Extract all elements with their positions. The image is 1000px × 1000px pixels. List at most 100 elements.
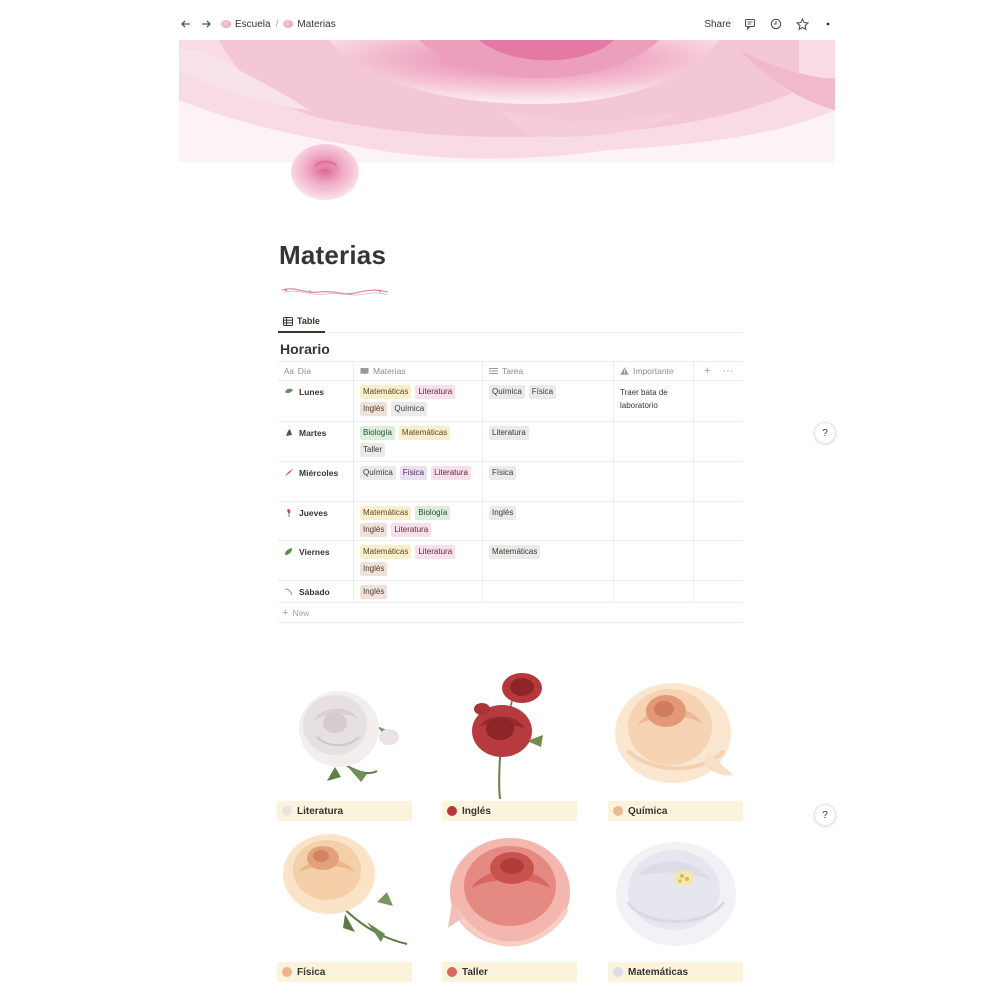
feather-icon (285, 469, 293, 476)
cell-tarea[interactable]: Literatura (483, 422, 614, 461)
breadcrumb: Escuela / Materias (221, 19, 336, 30)
gallery-card-taller[interactable]: Taller (442, 832, 577, 992)
gallery-card-fisica[interactable]: Física (277, 832, 412, 992)
cell-importante[interactable]: Traer bata de laboratorio (614, 381, 694, 421)
tag-materia: Inglés (360, 402, 388, 416)
tag-materia: Matemáticas (360, 385, 412, 399)
stem-icon (284, 588, 293, 596)
table-row[interactable]: Viernes Matemáticas Literatura Inglés Ma… (278, 541, 743, 581)
database-title[interactable]: Horario (280, 341, 330, 357)
tag-materia: Matemáticas (398, 426, 451, 440)
cell-importante[interactable] (614, 502, 694, 540)
clock-icon[interactable] (769, 17, 783, 31)
column-header-tarea[interactable]: Tarea (483, 362, 614, 380)
breadcrumb-item-materias[interactable]: Materias (283, 19, 336, 30)
cell-tarea[interactable]: Matemáticas (483, 541, 614, 580)
leaves-icon (285, 548, 292, 555)
tag-materia: Química (360, 466, 396, 480)
table-row[interactable]: Martes Biología Matemáticas Taller Liter… (278, 422, 743, 462)
more-options-icon[interactable]: ··· (722, 365, 733, 377)
view-tabs: Table (278, 311, 743, 333)
tab-table[interactable]: Table (278, 311, 325, 333)
table-row[interactable]: Jueves Matemáticas Biología Inglés Liter… (278, 502, 743, 541)
top-bar: Escuela / Materias Share (179, 12, 835, 36)
back-arrow-icon[interactable] (179, 17, 193, 31)
cell-materias[interactable]: Matemáticas Literatura Inglés Química (354, 381, 483, 421)
text-property-icon: Aa (284, 366, 294, 376)
cell-materias[interactable]: Matemáticas Biología Inglés Literatura (354, 502, 483, 540)
gallery-card-matematicas[interactable]: Matemáticas (608, 832, 743, 992)
forward-arrow-icon[interactable] (199, 17, 213, 31)
cell-empty (694, 502, 743, 540)
share-button[interactable]: Share (704, 19, 731, 30)
day-label: Lunes (299, 387, 325, 397)
flower-icon (613, 967, 623, 977)
cell-tarea[interactable]: Física (483, 462, 614, 501)
gallery-card-literatura[interactable]: Literatura (277, 671, 412, 831)
column-label: Materias (373, 366, 406, 376)
breadcrumb-label: Escuela (235, 18, 271, 30)
cell-materias[interactable]: Inglés (354, 581, 483, 602)
column-header-dia[interactable]: Aa Día (278, 362, 354, 380)
cell-importante[interactable] (614, 581, 694, 602)
gallery-card-quimica[interactable]: Química (608, 671, 743, 831)
tag-materia: Física (399, 466, 428, 480)
help-button[interactable]: ? (814, 422, 836, 444)
card-label: Química (628, 805, 668, 817)
flower-icon (613, 806, 623, 816)
day-label: Jueves (299, 508, 328, 518)
day-label: Sábado (299, 587, 330, 597)
tag-materia: Inglés (360, 562, 388, 576)
cell-dia[interactable]: Martes (278, 422, 354, 461)
decorative-divider (281, 288, 389, 296)
page-title[interactable]: Materias (279, 240, 386, 271)
cell-materias[interactable]: Biología Matemáticas Taller (354, 422, 483, 461)
card-label: Física (297, 966, 326, 978)
table-row[interactable]: Sábado Inglés (278, 581, 743, 603)
page-icon-rose[interactable] (289, 142, 361, 202)
day-label: Miércoles (299, 468, 339, 478)
cell-importante[interactable] (614, 541, 694, 580)
cell-tarea[interactable]: Química Física (483, 381, 614, 421)
cell-empty (694, 381, 743, 421)
cell-materias[interactable]: Química Física Literatura (354, 462, 483, 501)
cell-materias[interactable]: Matemáticas Literatura Inglés (354, 541, 483, 580)
leaf-icon (285, 388, 293, 394)
tag-tarea: Literatura (489, 426, 529, 440)
column-actions: + ··· (694, 362, 743, 380)
rose-cover-illustration (179, 40, 835, 162)
white-rose-image (299, 691, 399, 782)
cell-tarea[interactable] (483, 581, 614, 602)
star-icon[interactable] (795, 17, 809, 31)
card-label: Taller (462, 966, 488, 978)
new-row-button[interactable]: + New (278, 603, 743, 623)
peach-rose-image (283, 834, 408, 945)
cell-dia[interactable]: Lunes (278, 381, 354, 421)
add-column-icon[interactable]: + (704, 365, 710, 377)
history-nav (179, 17, 213, 31)
tag-tarea: Química (489, 385, 525, 399)
table-row[interactable]: Lunes Matemáticas Literatura Inglés Quím… (278, 381, 743, 422)
column-header-materias[interactable]: Materias (354, 362, 483, 380)
cell-dia[interactable]: Sábado (278, 581, 354, 602)
list-icon (489, 368, 498, 374)
column-header-importante[interactable]: Importante (614, 362, 694, 380)
cell-dia[interactable]: Jueves (278, 502, 354, 540)
cell-dia[interactable]: Viernes (278, 541, 354, 580)
card-label: Inglés (462, 805, 491, 817)
new-label: New (292, 607, 310, 618)
help-button[interactable]: ? (814, 804, 836, 826)
tag-materia: Inglés (360, 523, 388, 537)
gallery-card-ingles[interactable]: Inglés (442, 671, 577, 831)
more-icon[interactable] (821, 17, 835, 31)
plus-icon: + (282, 606, 289, 619)
red-carnation-image (472, 673, 543, 800)
cell-importante[interactable] (614, 462, 694, 501)
table-row[interactable]: Miércoles Química Física Literatura Físi… (278, 462, 743, 502)
breadcrumb-item-escuela[interactable]: Escuela (221, 19, 271, 30)
cell-dia[interactable]: Miércoles (278, 462, 354, 501)
cell-importante[interactable] (614, 422, 694, 461)
cell-tarea[interactable]: Inglés (483, 502, 614, 540)
tulip-icon (287, 509, 291, 517)
comment-icon[interactable] (743, 17, 757, 31)
